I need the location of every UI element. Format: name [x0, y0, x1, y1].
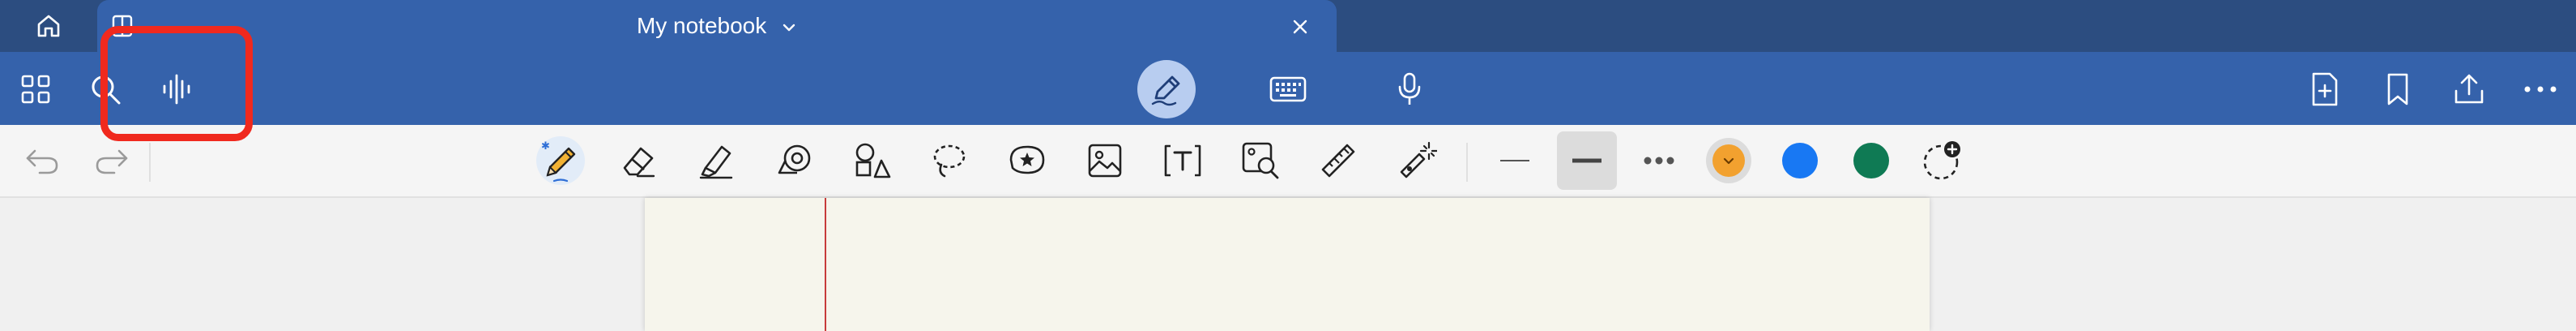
keyboard-mode-button[interactable]	[1265, 67, 1311, 112]
textbox-tool[interactable]	[1158, 136, 1207, 185]
canvas-area	[0, 198, 2576, 331]
ruler-tool[interactable]	[1314, 136, 1363, 185]
image-icon	[1088, 144, 1122, 178]
ruler-icon	[1321, 144, 1355, 178]
notebook-title[interactable]: My notebook	[97, 13, 1337, 39]
eraser-tool[interactable]	[614, 136, 663, 185]
microphone-icon	[1398, 72, 1421, 105]
pencil-icon: ✱	[541, 140, 576, 183]
color-green-swatch[interactable]	[1847, 136, 1896, 185]
dotted-stroke-option[interactable]	[1635, 136, 1683, 185]
voice-button[interactable]	[154, 67, 199, 112]
close-icon[interactable]	[1290, 16, 1311, 37]
search-button[interactable]	[83, 67, 128, 112]
toolbar-divider	[1466, 143, 1468, 182]
apps-grid-button[interactable]	[13, 67, 58, 112]
apps-grid-icon	[21, 75, 50, 104]
lasso-icon	[933, 144, 966, 178]
search-icon	[92, 75, 121, 105]
notebook-tab[interactable]: My notebook	[97, 0, 1337, 55]
undo-button[interactable]	[18, 136, 66, 185]
color-swatch-icon	[1782, 143, 1818, 178]
more-button[interactable]	[2518, 67, 2563, 112]
bookmark-icon	[2387, 73, 2408, 105]
voice-waveform-icon	[163, 74, 190, 105]
pencil-tool[interactable]: ✱	[536, 136, 585, 185]
color-orange-swatch[interactable]	[1704, 136, 1753, 185]
keyboard-icon	[1269, 76, 1307, 102]
add-color-icon	[1923, 141, 1960, 180]
share-icon	[2454, 74, 2484, 104]
laser-pointer-icon	[1400, 141, 1437, 178]
microphone-mode-button[interactable]	[1387, 67, 1432, 112]
shapes-tool[interactable]	[847, 136, 896, 185]
undo-icon	[26, 149, 58, 174]
thin-line-icon	[1500, 160, 1529, 161]
highlighter-icon	[699, 145, 733, 179]
redo-button[interactable]	[87, 136, 136, 185]
color-swatch-icon	[1853, 143, 1889, 178]
chevron-down-icon	[783, 24, 795, 31]
add-page-icon	[2312, 72, 2338, 106]
tape-icon	[778, 144, 811, 174]
image-tool[interactable]	[1081, 136, 1129, 185]
image-search-tool[interactable]	[1236, 136, 1285, 185]
drawing-toolbar: ✱	[0, 125, 2576, 198]
dotted-line-icon	[1644, 157, 1674, 165]
lasso-tool[interactable]	[925, 136, 974, 185]
main-ribbon	[0, 52, 2576, 125]
notebook-title-text: My notebook	[636, 13, 767, 38]
image-search-icon	[1242, 142, 1279, 179]
highlighter-tool[interactable]	[692, 136, 740, 185]
pen-mode-icon	[1151, 75, 1180, 106]
selected-color-swatch-icon	[1706, 138, 1751, 183]
thin-stroke-option[interactable]	[1491, 136, 1539, 185]
thick-line-icon	[1572, 158, 1601, 163]
home-tab[interactable]	[0, 0, 97, 52]
share-button[interactable]	[2446, 67, 2492, 112]
textbox-icon	[1164, 144, 1201, 177]
svg-text:✱: ✱	[541, 140, 550, 153]
tab-bar: My notebook	[0, 0, 2576, 55]
home-icon	[37, 15, 60, 37]
eraser-icon	[623, 147, 655, 178]
pen-mode-button[interactable]	[1137, 60, 1196, 118]
thick-stroke-option[interactable]	[1563, 136, 1611, 185]
add-color-button[interactable]	[1918, 136, 1967, 185]
toolbar-divider	[149, 143, 151, 182]
shapes-icon	[855, 143, 891, 178]
tape-tool[interactable]	[770, 136, 818, 185]
color-blue-swatch[interactable]	[1776, 136, 1824, 185]
page-margin-line	[825, 198, 826, 331]
more-icon	[2524, 86, 2557, 92]
sticker-icon	[1009, 145, 1045, 174]
bookmark-button[interactable]	[2375, 67, 2420, 112]
sticker-tool[interactable]	[1003, 136, 1051, 185]
laser-pointer-tool[interactable]	[1392, 136, 1440, 185]
notebook-page[interactable]	[645, 198, 1930, 331]
redo-icon	[96, 149, 128, 174]
add-page-button[interactable]	[2302, 67, 2348, 112]
